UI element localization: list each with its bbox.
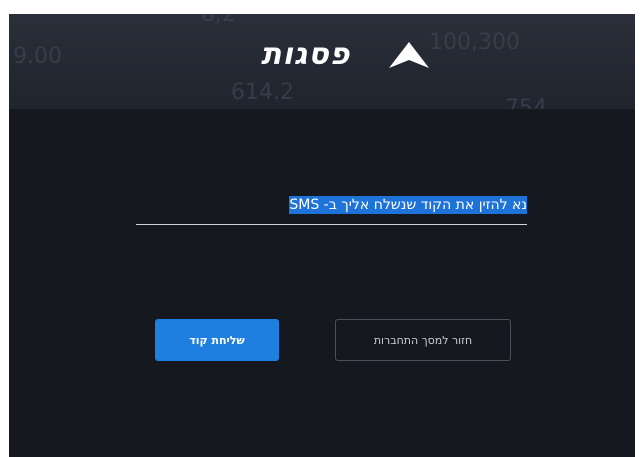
send-code-button[interactable]: שליחת קוד	[155, 319, 279, 361]
back-to-login-button[interactable]: חזור למסך התחברות	[335, 319, 511, 361]
brand-name: פסגות	[261, 37, 351, 72]
logo-arrow-icon	[389, 42, 429, 68]
background-number: 614.2	[231, 80, 294, 105]
brand-logo: פסגות	[261, 36, 441, 76]
selected-input-text: נא להזין את הקוד שנשלח אליך ב- SMS	[289, 196, 527, 214]
background-number: 8,2	[201, 14, 236, 27]
background-number: 9.00	[13, 44, 62, 69]
background-number: 100,300	[429, 30, 520, 55]
sms-code-field[interactable]: נא להזין את הקוד שנשלח אליך ב- SMS	[136, 192, 527, 225]
background-number: 754	[505, 96, 547, 109]
sms-code-input[interactable]: נא להזין את הקוד שנשלח אליך ב- SMS	[289, 194, 527, 216]
app-window: 9.00 8,2 614.2 100,300 754 פסגות נא להזי…	[9, 14, 635, 457]
header-banner: 9.00 8,2 614.2 100,300 754 פסגות	[9, 14, 635, 109]
